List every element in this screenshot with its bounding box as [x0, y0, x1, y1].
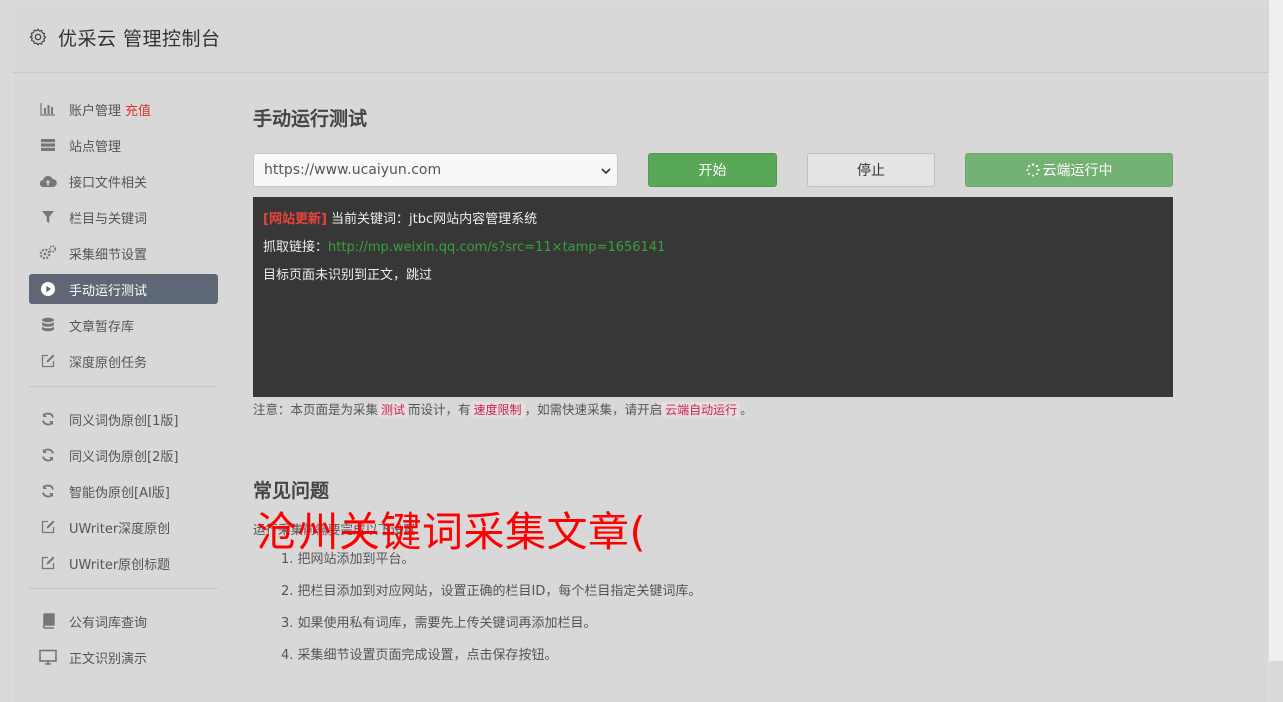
log-tag: [网站更新] [263, 212, 327, 227]
sidebar-divider [29, 386, 218, 387]
control-bar: https://www.ucaiyun.com 开始 停止 云端运行中 [253, 153, 1173, 187]
sidebar-item-synonym-v2[interactable]: 同义词伪原创[2版] [29, 440, 218, 470]
play-circle-icon [39, 280, 57, 298]
log-line: 抓取链接：http://mp.weixin.qq.com/s?src=11×ta… [263, 237, 1163, 265]
refresh-icon [39, 410, 57, 428]
start-button-label: 开始 [698, 163, 727, 179]
sidebar-item-label: 公有词库查询 [69, 615, 148, 631]
note-code-speed-limit: 速度限制 [470, 402, 525, 418]
sidebar-item-synonym-v1[interactable]: 同义词伪原创[1版] [29, 404, 218, 434]
sidebar-item-label: UWriter原创标题 [69, 557, 171, 573]
stop-button-label: 停止 [857, 163, 885, 179]
overlay-watermark-text: 沧州关键词采集文章( [256, 508, 646, 556]
page-title: 手动运行测试 [253, 108, 368, 130]
note-part: ，如需快速采集，请开启 [524, 402, 663, 417]
recharge-link[interactable]: 充值 [125, 100, 151, 119]
site-select[interactable]: https://www.ucaiyun.com [253, 153, 618, 187]
list-item: 1. 把网站添加到平台。 [281, 552, 415, 567]
sidebar-item-article-storage[interactable]: 文章暂存库 [29, 310, 218, 340]
sidebar-item-label: 栏目与关键词 [69, 211, 148, 227]
sidebar-item-label: 采集细节设置 [69, 247, 148, 263]
cloud-run-label: 云端运行中 [1042, 163, 1113, 179]
sidebar-item-label: 接口文件相关 [69, 175, 148, 191]
sidebar-item-account[interactable]: 账户管理 充值 [29, 94, 218, 124]
note-code-test: 测试 [378, 402, 409, 418]
list-item: 3. 如果使用私有词库，需要先上传关键词再添加栏目。 [281, 616, 597, 631]
sidebar-item-uwriter-title[interactable]: UWriter原创标题 [29, 548, 218, 578]
gears-icon [39, 244, 57, 262]
log-message: 目标页面未识别到正文，跳过 [263, 268, 433, 283]
app-title: 优采云 管理控制台 [58, 27, 221, 50]
sidebar-item-label: 正文识别演示 [69, 651, 148, 667]
sidebar-item-label: 智能伪原创[AI版] [69, 485, 170, 501]
sidebar-item-label: 文章暂存库 [69, 319, 135, 335]
cloud-run-button[interactable]: 云端运行中 [965, 153, 1173, 187]
note-part: 。 [740, 402, 753, 417]
stop-button[interactable]: 停止 [807, 153, 935, 187]
server-icon [39, 136, 57, 154]
note-code-cloud-auto: 云端自动运行 [662, 402, 741, 418]
sidebar-item-sites[interactable]: 站点管理 [29, 130, 218, 160]
top-header: 优采云 管理控制台 [12, 2, 1269, 73]
sidebar-item-label: 站点管理 [69, 139, 122, 155]
main-content: 手动运行测试 https://www.ucaiyun.com 开始 停止 云端运… [253, 94, 1173, 663]
log-link-label: 抓取链接： [263, 240, 329, 255]
sidebar-item-ai-rewrite[interactable]: 智能伪原创[AI版] [29, 476, 218, 506]
list-item: 2. 把栏目添加到对应网站，设置正确的栏目ID，每个栏目指定关键词库。 [281, 584, 702, 599]
gear-icon [29, 28, 47, 46]
log-console: [网站更新] 当前关键词：jtbc网站内容管理系统 抓取链接：http://mp… [253, 197, 1173, 397]
sidebar-nav: 账户管理 充值 站点管理 接口文件相关 栏目与关键词 采集细节设置 手动运行测试 [29, 94, 218, 678]
book-icon [39, 612, 57, 630]
log-link[interactable]: http://mp.weixin.qq.com/s?src=11×tamp=16… [328, 240, 665, 255]
sidebar-item-label: 深度原创任务 [69, 355, 148, 371]
database-icon [39, 316, 57, 334]
spinner-icon [1026, 163, 1040, 177]
note-part: 注意：本页面是为采集 [253, 402, 379, 417]
log-line: 目标页面未识别到正文，跳过 [263, 265, 1163, 293]
filter-icon [39, 208, 57, 226]
edit-icon [39, 352, 57, 370]
chevron-down-icon [601, 168, 611, 175]
sidebar-item-collect-settings[interactable]: 采集细节设置 [29, 238, 218, 268]
edit-icon [39, 518, 57, 536]
sidebar-divider [29, 588, 218, 589]
sidebar-item-public-lexicon[interactable]: 公有词库查询 [29, 606, 218, 636]
list-item: 4. 采集细节设置页面完成设置，点击保存按钮。 [281, 648, 558, 663]
note-part: 而设计，有 [408, 402, 471, 417]
scrollbar-track[interactable] [1269, 0, 1283, 661]
log-keyword: 当前关键词：jtbc网站内容管理系统 [331, 212, 538, 227]
start-button[interactable]: 开始 [648, 153, 777, 187]
sidebar-item-manual-run[interactable]: 手动运行测试 [29, 274, 218, 304]
sidebar-item-label: 同义词伪原创[1版] [69, 413, 179, 429]
sidebar-item-label: 同义词伪原创[2版] [69, 449, 179, 465]
note-text: 注意：本页面是为采集 测试 而设计，有 速度限制 ，如需快速采集，请开启 云端自动运行。 [253, 399, 753, 418]
sidebar-item-label: UWriter深度原创 [69, 521, 171, 537]
sidebar-item-uwriter-deep[interactable]: UWriter深度原创 [29, 512, 218, 542]
log-line: [网站更新] 当前关键词：jtbc网站内容管理系统 [263, 209, 1163, 237]
sidebar-item-text-recognition-demo[interactable]: 正文识别演示 [29, 642, 218, 672]
sidebar-item-label: 账户管理 [69, 103, 122, 119]
monitor-icon [39, 648, 57, 666]
refresh-icon [39, 482, 57, 500]
sidebar-item-deep-original-task[interactable]: 深度原创任务 [29, 346, 218, 376]
site-select-value: https://www.ucaiyun.com [264, 162, 442, 178]
edit-icon [39, 554, 57, 572]
cloud-upload-icon [39, 172, 57, 190]
refresh-icon [39, 446, 57, 464]
sidebar-item-interface-files[interactable]: 接口文件相关 [29, 166, 218, 196]
bar-chart-icon [39, 100, 57, 118]
sidebar-item-columns-keywords[interactable]: 栏目与关键词 [29, 202, 218, 232]
sidebar-item-label: 手动运行测试 [69, 283, 148, 299]
faq-list: 1. 把网站添加到平台。 2. 把栏目添加到对应网站，设置正确的栏目ID，每个栏… [281, 551, 701, 679]
